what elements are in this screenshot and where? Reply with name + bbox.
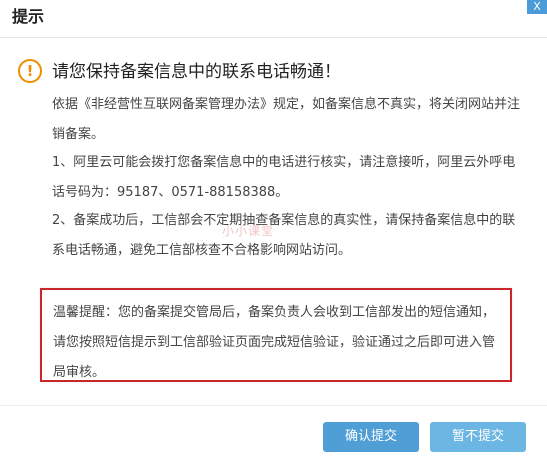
warning-heading: 请您保持备案信息中的联系电话畅通！: [52, 62, 341, 82]
close-icon[interactable]: X: [527, 0, 547, 14]
warning-icon: !: [18, 59, 42, 83]
spot-check-paragraph: 2、备案成功后，工信部会不定期抽查备案信息的真实性，请保持备案信息中的联系电话畅…: [52, 213, 516, 258]
confirm-dialog: 提示 X ! 请您保持备案信息中的联系电话畅通！ 依据《非经营性互联网备案管理办…: [0, 0, 547, 464]
footer-divider: [0, 405, 547, 406]
policy-paragraph: 依据《非经营性互联网备案管理办法》规定，如备案信息不真实，将关闭网站并注销备案。: [52, 97, 521, 142]
confirm-submit-button[interactable]: 确认提交: [323, 422, 419, 452]
cancel-submit-button[interactable]: 暂不提交: [430, 422, 526, 452]
dialog-title: 提示: [12, 7, 45, 26]
dialog-header: 提示 X: [0, 0, 547, 38]
watermark: 小小课堂: [222, 224, 275, 238]
sms-reminder-text: 温馨提醒：您的备案提交管局后，备案负责人会收到工信部发出的短信通知，请您按照短信…: [53, 305, 496, 380]
phone-verification-paragraph: 1、阿里云可能会拨打您备案信息中的电话进行核实，请注意接听，阿里云外呼电话号码为…: [52, 155, 516, 200]
sms-reminder-box: 温馨提醒：您的备案提交管局后，备案负责人会收到工信部发出的短信通知，请您按照短信…: [40, 288, 512, 382]
